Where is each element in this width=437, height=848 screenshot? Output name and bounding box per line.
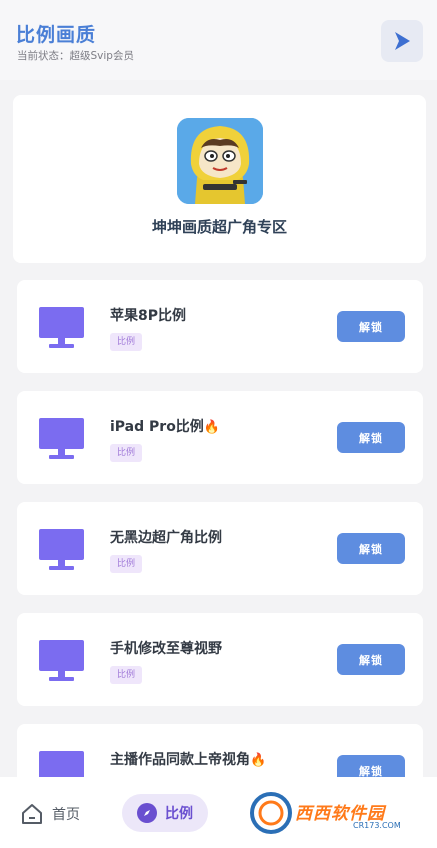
nav-home-label: 首页 <box>52 807 80 823</box>
item-tag: 比例 <box>110 333 143 351</box>
monitor-icon <box>39 640 84 681</box>
unlock-button[interactable]: 解锁 <box>337 422 405 453</box>
membership-status: 当前状态：超级Svip会员 <box>17 50 134 62</box>
top-header: 比例画质 当前状态：超级Svip会员 <box>0 0 437 80</box>
nav-home-tab[interactable]: 首页 <box>20 801 80 827</box>
banner-card[interactable]: 坤坤画质超广角专区 <box>13 95 426 263</box>
item-title: 苹果8P比例 <box>110 305 186 325</box>
item-tag: 比例 <box>110 555 143 573</box>
item-title: 主播作品同款上帝视角🔥 <box>110 749 266 769</box>
character-avatar <box>177 118 263 204</box>
bottom-nav: 首页 比例 西西软件园 CR173.COM <box>0 777 437 848</box>
unlock-button[interactable]: 解锁 <box>337 311 405 342</box>
item-title-text: 手机修改至尊视野 <box>110 641 222 657</box>
play-triangle-icon <box>395 32 410 50</box>
banner-title: 坤坤画质超广角专区 <box>151 218 287 236</box>
home-icon <box>22 804 42 824</box>
item-title-text: 苹果8P比例 <box>110 308 187 324</box>
compass-icon <box>137 803 157 823</box>
monitor-icon <box>39 307 84 348</box>
item-tag: 比例 <box>110 666 143 684</box>
list-item[interactable]: 手机修改至尊视野 比例 解锁 <box>17 613 423 706</box>
item-title: 无黑边超广角比例 <box>110 527 222 547</box>
monitor-icon <box>39 529 84 570</box>
item-title: iPad Pro比例🔥 <box>110 416 220 436</box>
item-title-text: 主播作品同款上帝视角 <box>110 752 250 768</box>
watermark-logo: 西西软件园 CR173.COM <box>249 785 429 841</box>
monitor-icon <box>39 418 84 459</box>
list-item[interactable]: iPad Pro比例🔥 比例 解锁 <box>17 391 423 484</box>
hooded-character-icon <box>177 118 263 204</box>
nav-ratio-tab[interactable]: 比例 <box>122 794 208 832</box>
item-title-text: iPad Pro比例 <box>110 419 204 435</box>
item-tag: 比例 <box>110 444 143 462</box>
play-button[interactable] <box>381 20 423 62</box>
fire-icon: 🔥 <box>203 420 220 435</box>
list-item[interactable]: 无黑边超广角比例 比例 解锁 <box>17 502 423 595</box>
list-item[interactable]: 苹果8P比例 比例 解锁 <box>17 280 423 373</box>
unlock-button[interactable]: 解锁 <box>337 533 405 564</box>
ratio-quality-page: 比例画质 当前状态：超级Svip会员 坤坤画质超广角专区 苹果8P比例 比例 解… <box>0 0 437 848</box>
item-title: 手机修改至尊视野 <box>110 638 222 658</box>
watermark-subtext: CR173.COM <box>353 821 401 830</box>
page-title: 比例画质 <box>16 24 97 46</box>
watermark-logo-icon <box>250 792 292 834</box>
item-title-text: 无黑边超广角比例 <box>110 530 222 546</box>
unlock-button[interactable]: 解锁 <box>337 644 405 675</box>
fire-icon: 🔥 <box>250 753 267 768</box>
nav-ratio-label: 比例 <box>165 806 193 822</box>
